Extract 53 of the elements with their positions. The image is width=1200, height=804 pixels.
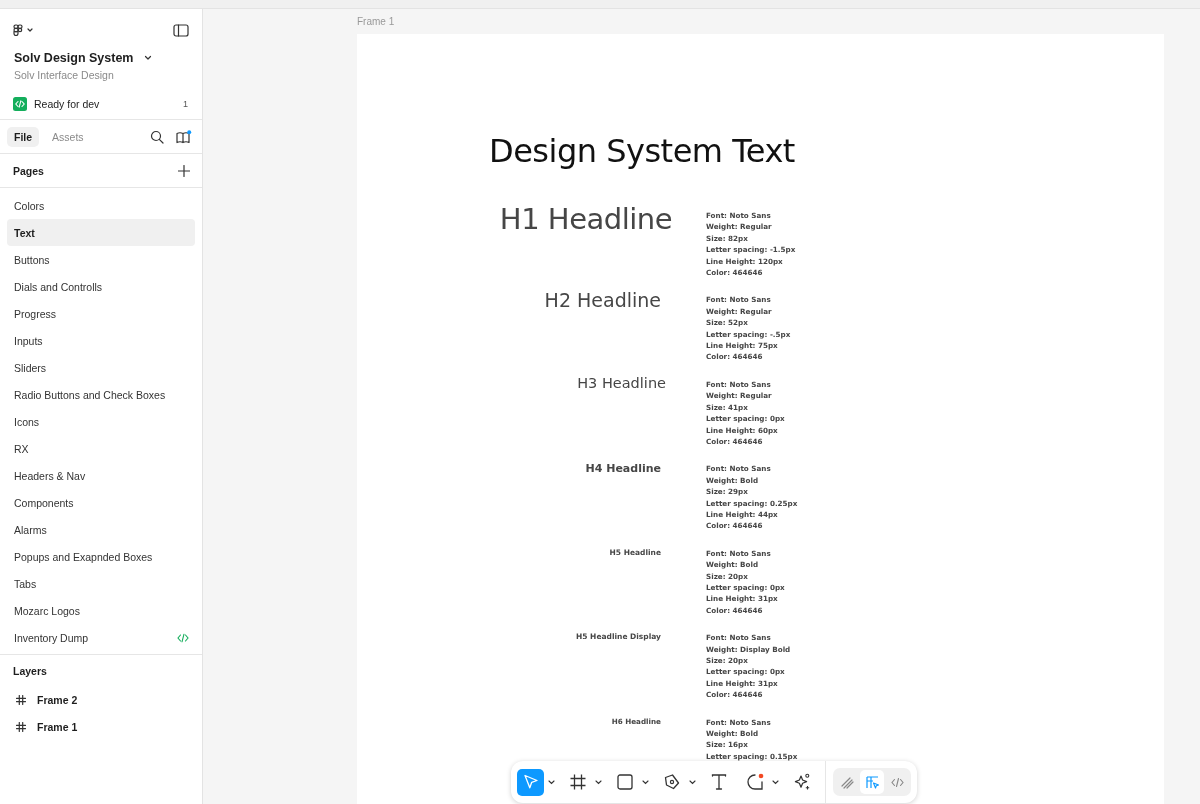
page-item[interactable]: Inputs xyxy=(7,327,195,354)
page-item[interactable]: Popups and Exapnded Boxes xyxy=(7,543,195,570)
library-icon[interactable] xyxy=(176,129,192,144)
page-item[interactable]: Radio Buttons and Check Boxes xyxy=(7,381,195,408)
square-icon xyxy=(615,773,634,791)
page-item[interactable]: Mozarc Logos xyxy=(7,597,195,624)
frame-icon xyxy=(16,721,26,732)
section-title: Pages xyxy=(13,164,44,177)
pointer-icon xyxy=(521,773,540,791)
page-item[interactable]: Text xyxy=(7,219,195,246)
tab[interactable]: Assets xyxy=(45,126,91,147)
code-icon xyxy=(13,96,27,111)
sidebar-toggle-icon[interactable] xyxy=(173,23,189,37)
page-item[interactable]: RX xyxy=(7,435,195,462)
headline-sample: H3 Headline xyxy=(576,374,667,393)
chevron-down-icon[interactable] xyxy=(143,55,152,61)
plus-icon[interactable] xyxy=(178,164,190,177)
project-title[interactable]: Solv Design System xyxy=(14,51,134,65)
frame-icon xyxy=(16,694,26,705)
layer-item[interactable]: Frame 2 xyxy=(0,686,202,713)
page-item[interactable]: Sliders xyxy=(7,354,195,381)
headline-sample: H4 Headline xyxy=(584,462,662,478)
logo-menu-icon[interactable] xyxy=(13,24,35,36)
page-item[interactable]: Components xyxy=(7,489,195,516)
text-icon xyxy=(709,773,728,791)
page-item[interactable]: Dials and Controlls xyxy=(7,273,195,300)
page-item[interactable]: Buttons xyxy=(7,246,195,273)
page-item[interactable]: Progress xyxy=(7,300,195,327)
headline-sample: H1 Headline xyxy=(498,202,672,238)
chevron-down-icon[interactable] xyxy=(548,779,555,785)
count-label: 1 xyxy=(183,98,189,109)
search-icon[interactable] xyxy=(150,129,164,144)
page-item[interactable]: Alarms xyxy=(7,516,195,543)
hash-icon xyxy=(568,773,587,791)
chevron-down-icon[interactable] xyxy=(689,779,696,785)
section-title: Layers xyxy=(13,664,47,677)
tab[interactable]: File xyxy=(7,126,40,147)
page-item[interactable]: Inventory Dump xyxy=(7,624,195,651)
chevron-down-icon[interactable] xyxy=(642,779,649,785)
project-subtitle: Solv Interface Design xyxy=(13,68,115,83)
page-item[interactable]: Tabs xyxy=(7,570,195,597)
sparkle-icon xyxy=(792,773,811,791)
design-mode-icon xyxy=(864,774,880,790)
page-heading: Design System Text xyxy=(489,132,796,170)
page-item[interactable]: Icons xyxy=(7,408,195,435)
chevron-down-icon[interactable] xyxy=(595,779,602,785)
page-item[interactable]: Headers & Nav xyxy=(7,462,195,489)
ready-for-dev-link[interactable]: Ready for dev xyxy=(34,97,176,110)
pen-nib-icon xyxy=(662,773,681,791)
page-item[interactable]: Colors xyxy=(7,192,195,219)
layer-item[interactable]: Frame 1 xyxy=(0,713,202,740)
headline-sample: H2 Headline xyxy=(543,289,662,314)
chevron-down-icon[interactable] xyxy=(772,779,779,785)
